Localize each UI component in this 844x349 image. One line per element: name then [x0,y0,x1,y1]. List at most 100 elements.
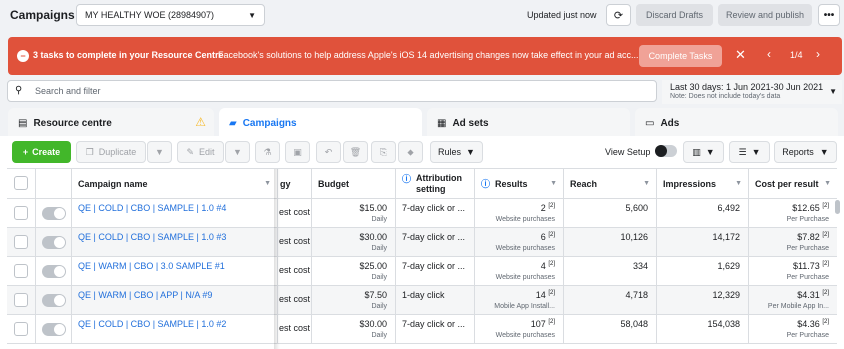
date-range-label: Last 30 days: 1 Jun 2021-30 Jun 2021 [670,82,824,92]
budget-value[interactable]: $25.00 [359,261,387,271]
account-selector[interactable]: MY HEALTHY WOE (28984907) ▼ [76,4,265,26]
attribution-value: 7-day click or ... [402,232,466,242]
delete-button[interactable]: 🗑︎ [343,141,368,163]
refresh-button[interactable]: ⟳ [606,4,631,26]
table-row[interactable]: QE | COLD | CBO | SAMPLE | 1.0 #2 est cos… [7,315,837,344]
campaign-toggle[interactable] [42,265,66,278]
cell-campaign-name: QE | COLD | CBO | SAMPLE | 1.0 #2 [72,315,278,344]
row-checkbox[interactable] [14,322,28,336]
columns-icon: ▥ [692,146,701,157]
table-row[interactable]: QE | WARM | CBO | APP | N/A #9 est cost $7… [7,286,837,315]
cell-results: 2 [2] Website purchases [475,199,564,228]
header-label: Reach [570,178,598,189]
close-icon[interactable]: ✕ [735,47,746,63]
cost-type: Per Mobile App In... [767,303,829,310]
toggle-knob [54,324,65,335]
scrollbar[interactable] [835,200,840,214]
header-campaign-name[interactable]: Campaign name ▼ [72,169,278,199]
duplicate-dropdown-button[interactable]: ▼ [147,141,172,163]
results-value: 14 [535,290,546,300]
impressions-value: 14,172 [712,232,740,242]
campaign-name-link[interactable]: QE | COLD | CBO | SAMPLE | 1.0 #4 [78,203,226,213]
columns-button[interactable]: ▥ ▼ [683,141,724,163]
duplicate-label: Duplicate [98,147,137,157]
impressions-value: 6,492 [717,203,740,213]
cell-toggle [36,228,72,257]
budget-type: Daily [371,274,387,281]
footnote-mark: [2] [822,203,829,209]
cell-campaign-name: QE | WARM | CBO | 3.0 SAMPLE #1 [72,257,278,286]
header-label: Cost per result [755,178,819,189]
cell-attribution: 7-day click or ... [396,228,475,257]
header-cost-per-result[interactable]: Cost per result ▼ [749,169,837,199]
reports-label: Reports [782,147,814,157]
breakdown-button[interactable]: ☰ ▼ [729,141,770,163]
budget-value[interactable]: $30.00 [359,319,387,329]
header-budget[interactable]: Budget [312,169,396,199]
tab-label: Resource centre [33,117,112,129]
more-options-button[interactable]: ••• [818,4,840,26]
row-checkbox[interactable] [14,293,28,307]
frozen-column-shadow [274,169,280,349]
campaign-name-link[interactable]: QE | WARM | CBO | APP | N/A #9 [78,290,212,300]
campaign-name-link[interactable]: QE | COLD | CBO | SAMPLE | 1.0 #2 [78,319,226,329]
budget-type: Daily [371,303,387,310]
budget-value[interactable]: $7.50 [364,290,387,300]
undo-button[interactable]: ↶ [316,141,341,163]
reach-value: 10,126 [620,232,648,242]
header-bid-strategy[interactable]: gy [278,169,312,199]
header-impressions[interactable]: Impressions ▼ [657,169,749,199]
budget-value[interactable]: $15.00 [359,203,387,213]
row-checkbox[interactable] [14,264,28,278]
header-reach[interactable]: Reach ▼ [564,169,657,199]
campaign-name-link[interactable]: QE | COLD | CBO | SAMPLE | 1.0 #3 [78,232,226,242]
header-results[interactable]: ⓘ Results ▼ [475,169,564,199]
campaign-toggle[interactable] [42,207,66,220]
campaign-toggle[interactable] [42,323,66,336]
chevron-right-icon[interactable]: › [816,47,820,61]
search-placeholder: Search and filter [35,86,101,96]
search-input[interactable]: ⚲ Search and filter [7,80,657,102]
table-row[interactable]: QE | COLD | CBO | SAMPLE | 1.0 #3 est cos… [7,228,837,257]
review-publish-button[interactable]: Review and publish [718,4,812,26]
tab-ad-sets[interactable]: ▦ Ad sets [427,108,630,138]
clipboard-button[interactable]: ▣ [285,141,310,163]
row-checkbox[interactable] [14,235,28,249]
header-attribution-setting[interactable]: ⓘ Attribution setting [396,169,475,199]
campaign-toggle[interactable] [42,236,66,249]
edit-button[interactable]: ✎ Edit [177,141,224,163]
complete-tasks-button[interactable]: Complete Tasks [639,45,722,67]
ab-test-button[interactable]: ⚗ [255,141,280,163]
sort-icon: ▼ [264,180,271,187]
cost-type: Per Purchase [786,332,829,339]
reach-value: 5,600 [625,203,648,213]
date-range-picker[interactable]: Last 30 days: 1 Jun 2021-30 Jun 2021 Not… [662,80,842,104]
discard-drafts-button[interactable]: Discard Drafts [636,4,713,26]
tag-button[interactable]: ⬥ [398,141,423,163]
row-checkbox[interactable] [14,206,28,220]
preview-button[interactable]: ⎘ [371,141,396,163]
tab-campaigns[interactable]: ▰ Campaigns [219,108,422,138]
tab-resource-centre[interactable]: ▤ Resource centre ⚠ [8,108,214,138]
budget-value[interactable]: $30.00 [359,232,387,242]
view-setup-toggle[interactable] [655,145,677,157]
reports-button[interactable]: Reports ▼ [774,141,837,163]
cell-bid-strategy: est cost [278,286,312,315]
chevron-left-icon[interactable]: ‹ [767,47,771,61]
table-row[interactable]: QE | WARM | CBO | 3.0 SAMPLE #1 est cost $… [7,257,837,286]
footnote-mark: [2] [548,203,555,209]
select-all-checkbox[interactable] [14,176,28,190]
rules-button[interactable]: Rules ▼ [430,141,483,163]
cell-bid-strategy: est cost [278,228,312,257]
footnote-mark: [2] [548,319,555,325]
create-button[interactable]: + Create [12,141,71,163]
edit-dropdown-button[interactable]: ▼ [225,141,250,163]
tab-ads[interactable]: ▭ Ads [635,108,838,138]
duplicate-button[interactable]: ❐ Duplicate [76,141,146,163]
cell-reach: 334 [564,257,657,286]
results-value: 6 [540,232,546,242]
table-row[interactable]: QE | COLD | CBO | SAMPLE | 1.0 #4 est cos… [7,199,837,228]
campaign-name-link[interactable]: QE | WARM | CBO | 3.0 SAMPLE #1 [78,261,225,271]
campaign-toggle[interactable] [42,294,66,307]
caret-down-icon: ▼ [248,11,256,20]
